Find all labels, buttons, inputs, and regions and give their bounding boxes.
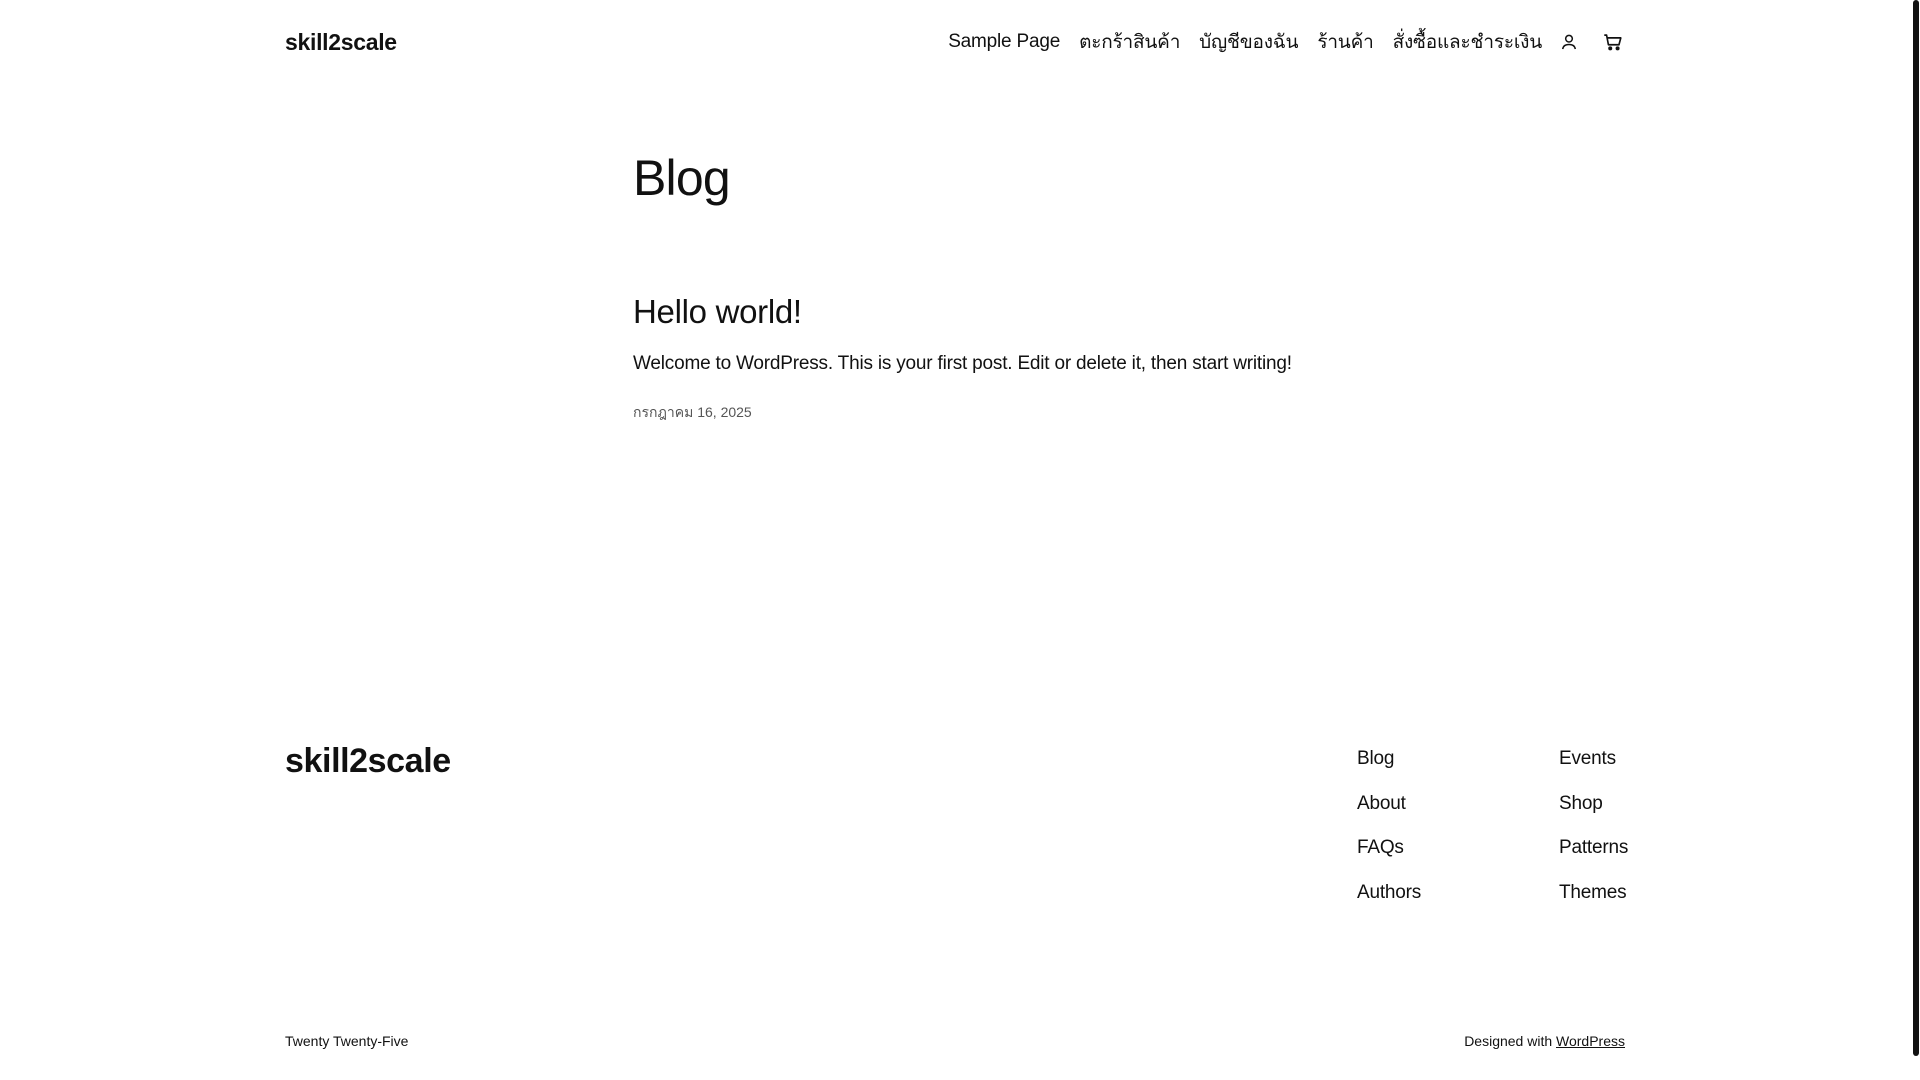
scrollbar-track[interactable]: [1912, 0, 1920, 1080]
cart-icon[interactable]: [1601, 30, 1625, 54]
footer-nav-column-1: Blog About FAQs Authors: [1357, 745, 1421, 923]
footer-site-title-link[interactable]: skill2scale: [285, 742, 451, 781]
nav-item-my-account[interactable]: บัญชีของฉัน: [1199, 27, 1298, 57]
footer-link-about[interactable]: About: [1357, 790, 1421, 835]
site-header: skill2scale Sample Page ตะกร้าสินค้า บัญ…: [285, 22, 1625, 62]
credit-prefix: Designed with: [1464, 1033, 1557, 1049]
site-title-link[interactable]: skill2scale: [285, 29, 397, 56]
footer-link-events[interactable]: Events: [1559, 745, 1628, 790]
footer-link-themes[interactable]: Themes: [1559, 879, 1628, 924]
footer-link-patterns[interactable]: Patterns: [1559, 834, 1628, 879]
footer-link-shop[interactable]: Shop: [1559, 790, 1628, 835]
primary-nav: Sample Page ตะกร้าสินค้า บัญชีของฉัน ร้า…: [948, 27, 1625, 57]
theme-name: Twenty Twenty-Five: [285, 1033, 409, 1049]
post-item: Hello world! Welcome to WordPress. This …: [633, 292, 1333, 424]
scrollbar-thumb[interactable]: [1913, 0, 1919, 1056]
nav-icons: [1557, 30, 1625, 54]
page-title: Blog: [633, 150, 731, 206]
wordpress-credit-link[interactable]: WordPress: [1556, 1033, 1625, 1049]
nav-item-sample-page[interactable]: Sample Page: [948, 31, 1060, 53]
nav-item-cart[interactable]: ตะกร้าสินค้า: [1079, 27, 1180, 57]
footer-bottom-bar: Twenty Twenty-Five Designed with WordPre…: [285, 1033, 1625, 1049]
footer-link-faqs[interactable]: FAQs: [1357, 834, 1421, 879]
user-icon[interactable]: [1557, 30, 1581, 54]
footer-link-blog[interactable]: Blog: [1357, 745, 1421, 790]
footer-link-authors[interactable]: Authors: [1357, 879, 1421, 924]
post-date[interactable]: กรกฎาคม 16, 2025: [633, 402, 1333, 424]
nav-item-shop[interactable]: ร้านค้า: [1317, 27, 1373, 57]
nav-item-checkout[interactable]: สั่งซื้อและชำระเงิน: [1393, 27, 1543, 57]
post-title-link[interactable]: Hello world!: [633, 292, 1333, 332]
footer-credit: Designed with WordPress: [1464, 1033, 1625, 1049]
footer-nav-column-2: Events Shop Patterns Themes: [1559, 745, 1628, 923]
post-excerpt: Welcome to WordPress. This is your first…: [633, 352, 1292, 374]
